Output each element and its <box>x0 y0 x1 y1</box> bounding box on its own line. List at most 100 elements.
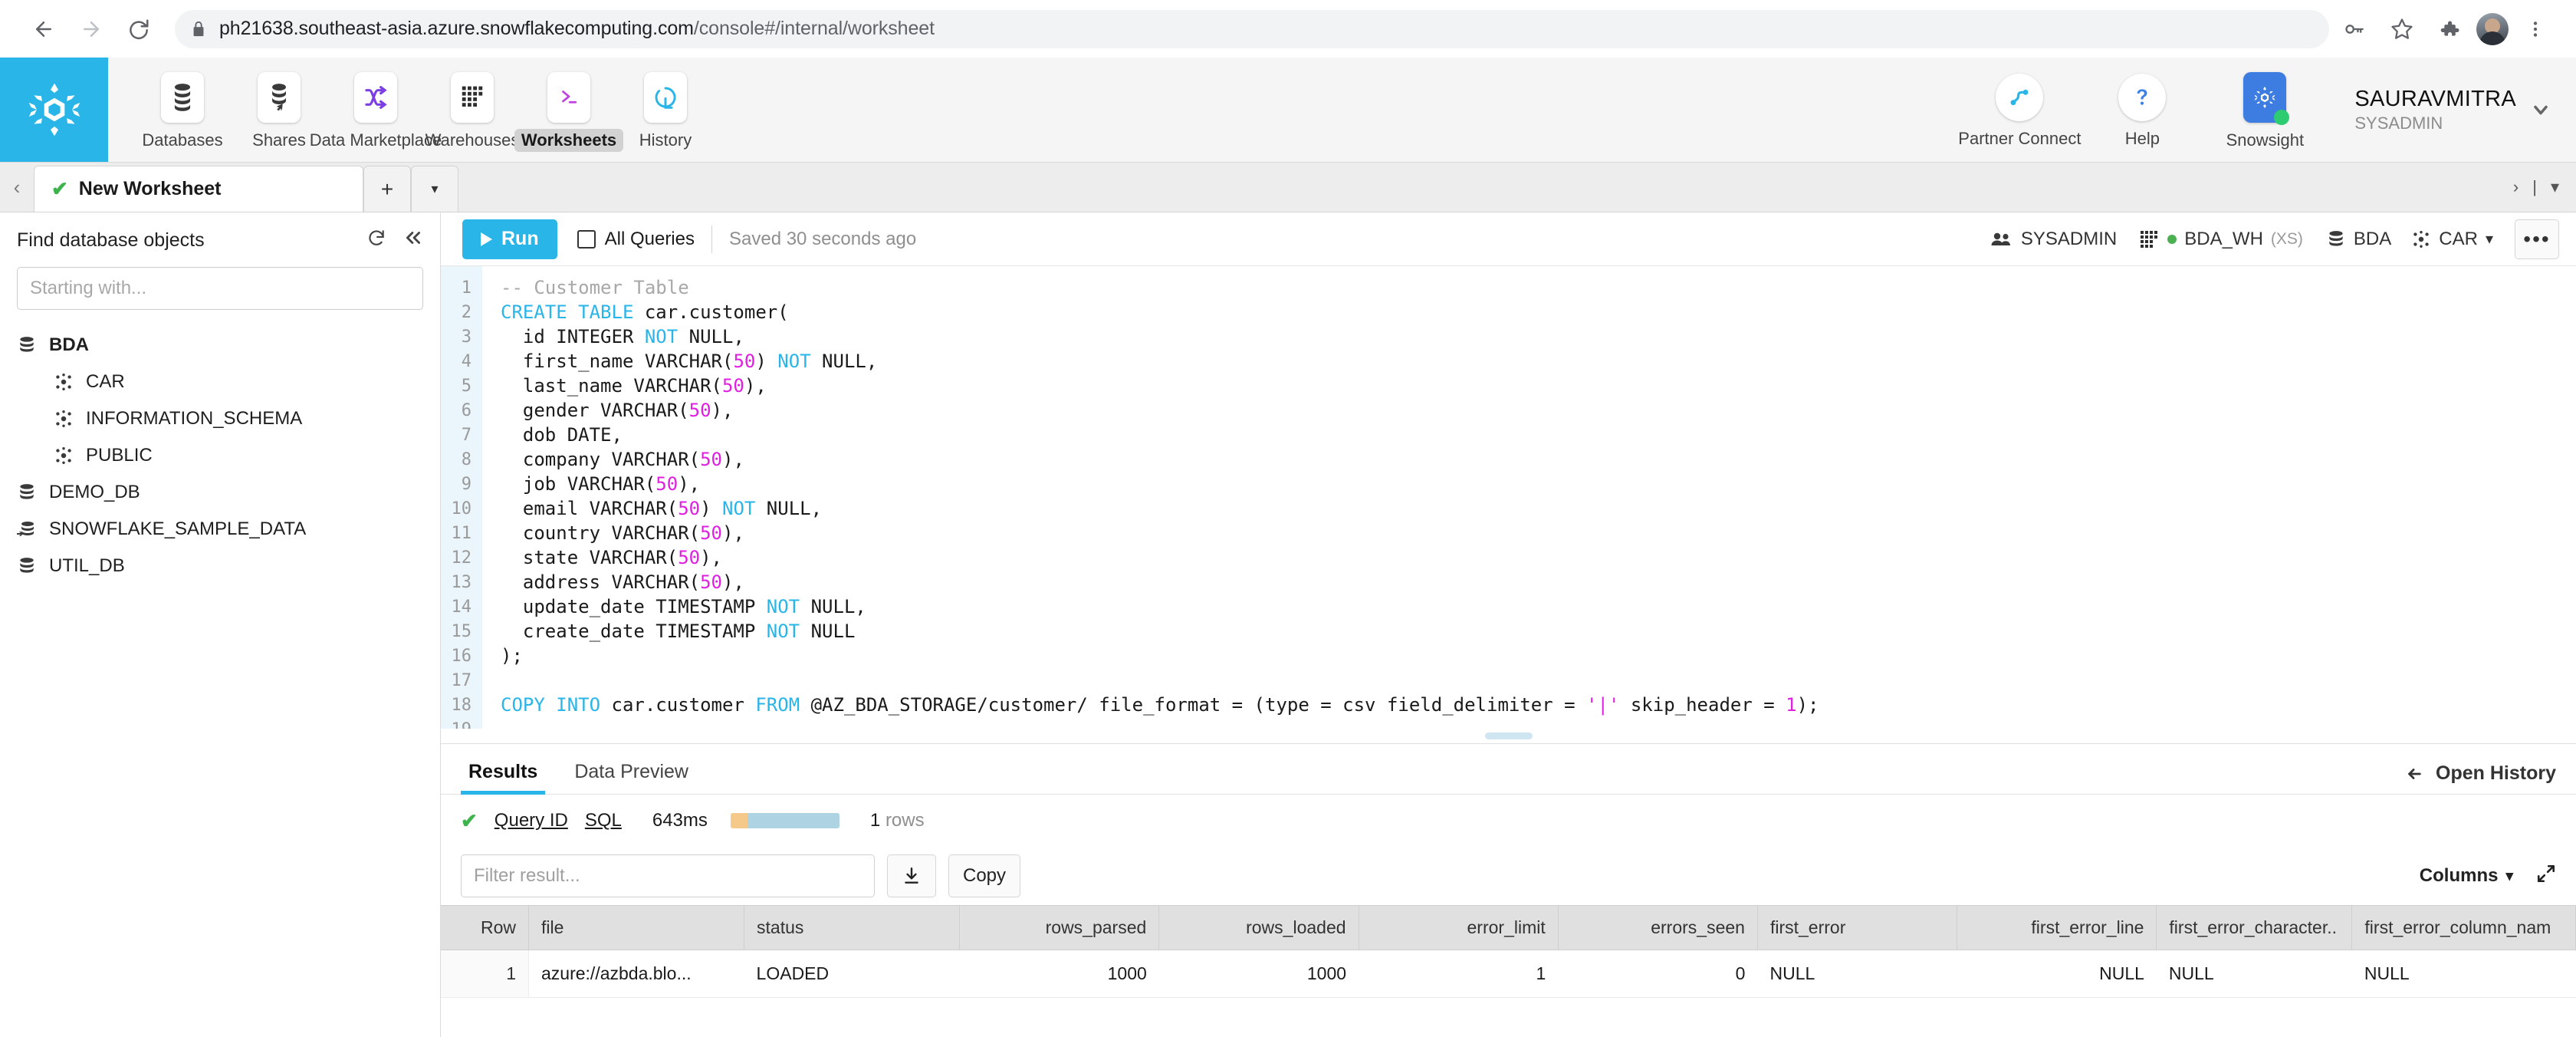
editor-line[interactable]: 2 CREATE TABLE car.customer( <box>441 300 2576 324</box>
editor-line[interactable]: 19 <box>441 717 2576 729</box>
three-dot-menu-icon[interactable] <box>2515 8 2556 50</box>
results-cell[interactable]: NULL <box>2351 950 2576 998</box>
tree-item-bda[interactable]: BDA <box>17 327 423 364</box>
expand-icon[interactable] <box>2536 864 2556 889</box>
worksheet-tab[interactable]: ✔ New Worksheet <box>34 166 363 212</box>
results-table-container[interactable]: Row file status rows_parsed rows_loaded error… <box>441 905 2576 1037</box>
nav-item-snowsight[interactable]: Snowsight <box>2203 58 2326 162</box>
nav-item-databases[interactable]: Databases <box>134 58 231 162</box>
add-worksheet-button[interactable]: + <box>363 166 411 212</box>
sql-link[interactable]: SQL <box>585 810 622 831</box>
columns-dropdown[interactable]: Columns ▾ <box>2420 865 2513 887</box>
results-cell[interactable]: 1000 <box>959 950 1159 998</box>
tree-item-car[interactable]: CAR <box>17 364 423 400</box>
database-selector[interactable]: BDA <box>2326 229 2391 250</box>
results-cell[interactable]: 1000 <box>1158 950 1359 998</box>
tab-results[interactable]: Results <box>461 761 546 795</box>
chevron-right-icon[interactable]: › <box>2513 177 2518 197</box>
results-column-header[interactable]: errors_seen <box>1558 905 1758 950</box>
copy-button[interactable]: Copy <box>948 854 1021 897</box>
results-cell[interactable]: NULL <box>1957 950 2157 998</box>
editor-line[interactable]: 3 id INTEGER NOT NULL, <box>441 324 2576 349</box>
sql-editor[interactable]: 1 -- Customer Table 2 CREATE TABLE car.cust… <box>441 266 2576 729</box>
results-column-header[interactable]: first_error <box>1757 905 1958 950</box>
panel-splitter[interactable] <box>441 729 2576 744</box>
results-column-header[interactable]: first_error_column_nam <box>2351 905 2576 950</box>
reload-icon[interactable] <box>115 5 163 53</box>
role-selector[interactable]: SYSADMIN <box>1990 229 2117 250</box>
collapse-left-icon[interactable] <box>403 228 423 253</box>
chevron-left-icon[interactable]: ‹ <box>0 163 34 212</box>
refresh-icon[interactable] <box>366 228 386 253</box>
editor-line[interactable]: 18 COPY INTO car.customer FROM @AZ_BDA_ST… <box>441 693 2576 717</box>
results-cell[interactable]: azure://azbda.blo... <box>528 950 744 998</box>
editor-line[interactable]: 9 job VARCHAR(50), <box>441 472 2576 496</box>
nav-item-partner-connect[interactable]: Partner Connect <box>1958 58 2081 162</box>
more-options-button[interactable]: ••• <box>2515 219 2559 259</box>
results-column-header[interactable]: file <box>528 905 745 950</box>
tree-item-information-schema[interactable]: INFORMATION_SCHEMA <box>17 400 423 437</box>
results-cell[interactable]: NULL <box>2156 950 2352 998</box>
query-id-link[interactable]: Query ID <box>495 810 568 831</box>
tree-item-snowflake-sample-data[interactable]: SNOWFLAKE_SAMPLE_DATA <box>17 511 423 548</box>
editor-line[interactable]: 7 dob DATE, <box>441 423 2576 447</box>
chevron-down-icon[interactable] <box>2530 99 2556 120</box>
nav-item-warehouses[interactable]: Warehouses <box>424 58 521 162</box>
editor-line[interactable]: 14 update_date TIMESTAMP NOT NULL, <box>441 594 2576 619</box>
puzzle-piece-icon[interactable] <box>2429 8 2470 50</box>
all-queries-checkbox[interactable]: All Queries <box>577 229 695 250</box>
results-column-header[interactable]: error_limit <box>1359 905 1559 950</box>
nav-item-worksheets[interactable]: Worksheets <box>514 58 624 162</box>
results-column-header[interactable]: rows_loaded <box>1158 905 1359 950</box>
results-cell[interactable]: 0 <box>1558 950 1758 998</box>
editor-line[interactable]: 1 -- Customer Table <box>441 275 2576 300</box>
address-bar[interactable]: ph21638.southeast-asia.azure.snowflakeco… <box>175 9 2329 48</box>
editor-code[interactable]: 1 -- Customer Table 2 CREATE TABLE car.cust… <box>441 266 2576 729</box>
key-icon[interactable] <box>2334 8 2375 50</box>
warehouse-selector[interactable]: BDA_WH (XS) <box>2140 229 2303 250</box>
tab-list-caret-icon[interactable]: ▾ <box>2551 177 2559 197</box>
editor-line[interactable]: 12 state VARCHAR(50), <box>441 545 2576 570</box>
results-column-header[interactable]: first_error_line <box>1957 905 2157 950</box>
editor-line[interactable]: 16); <box>441 644 2576 668</box>
checkbox-box[interactable] <box>577 229 596 249</box>
snowflake-logo[interactable] <box>0 58 108 162</box>
editor-line[interactable]: 5 last_name VARCHAR(50), <box>441 374 2576 398</box>
tree-item-util-db[interactable]: UTIL_DB <box>17 548 423 584</box>
editor-line[interactable]: 8 company VARCHAR(50), <box>441 447 2576 472</box>
avatar[interactable] <box>2476 12 2509 45</box>
star-icon[interactable] <box>2381 8 2423 50</box>
editor-line[interactable]: 6 gender VARCHAR(50), <box>441 398 2576 423</box>
download-icon[interactable] <box>887 854 936 897</box>
user-menu[interactable]: SAURAVMITRA SYSADMIN <box>2327 58 2530 162</box>
open-history-button[interactable]: Open History <box>2404 762 2556 794</box>
editor-line[interactable]: 13 address VARCHAR(50), <box>441 570 2576 594</box>
forward-icon[interactable] <box>67 5 115 53</box>
editor-line[interactable]: 15 create_date TIMESTAMP NOT NULL <box>441 619 2576 644</box>
editor-line[interactable]: 17 <box>441 668 2576 693</box>
schema-selector[interactable]: CAR ▾ <box>2411 229 2493 250</box>
results-cell[interactable]: 1 <box>1359 950 1559 998</box>
nav-item-help[interactable]: Help <box>2081 58 2203 162</box>
back-icon[interactable] <box>20 5 67 53</box>
nav-item-data-marketplace[interactable]: Data Marketplace <box>310 58 442 162</box>
results-cell[interactable]: 1 <box>441 950 529 998</box>
editor-line[interactable]: 11 country VARCHAR(50), <box>441 521 2576 545</box>
results-column-header[interactable]: Row <box>441 905 529 950</box>
results-column-header[interactable]: status <box>744 905 961 950</box>
tree-item-public[interactable]: PUBLIC <box>17 437 423 474</box>
search-input[interactable] <box>17 267 423 310</box>
editor-line[interactable]: 10 email VARCHAR(50) NOT NULL, <box>441 496 2576 521</box>
worksheet-dropdown-button[interactable]: ▾ <box>411 166 458 212</box>
editor-line[interactable]: 4 first_name VARCHAR(50) NOT NULL, <box>441 349 2576 374</box>
run-button[interactable]: Run <box>462 219 557 259</box>
splitter-grip[interactable] <box>1484 732 1533 739</box>
context-caret-icon[interactable]: ▾ <box>2486 229 2493 249</box>
filter-result-input[interactable] <box>461 854 875 897</box>
results-column-header[interactable]: first_error_character.. <box>2156 905 2353 950</box>
results-cell[interactable]: NULL <box>1757 950 1957 998</box>
results-cell[interactable]: LOADED <box>744 950 960 998</box>
table-row[interactable]: 1 azure://azbda.blo... LOADED 1000 1000 1 0 NUL… <box>441 950 2576 998</box>
results-column-header[interactable]: rows_parsed <box>959 905 1160 950</box>
tree-item-demo-db[interactable]: DEMO_DB <box>17 474 423 511</box>
